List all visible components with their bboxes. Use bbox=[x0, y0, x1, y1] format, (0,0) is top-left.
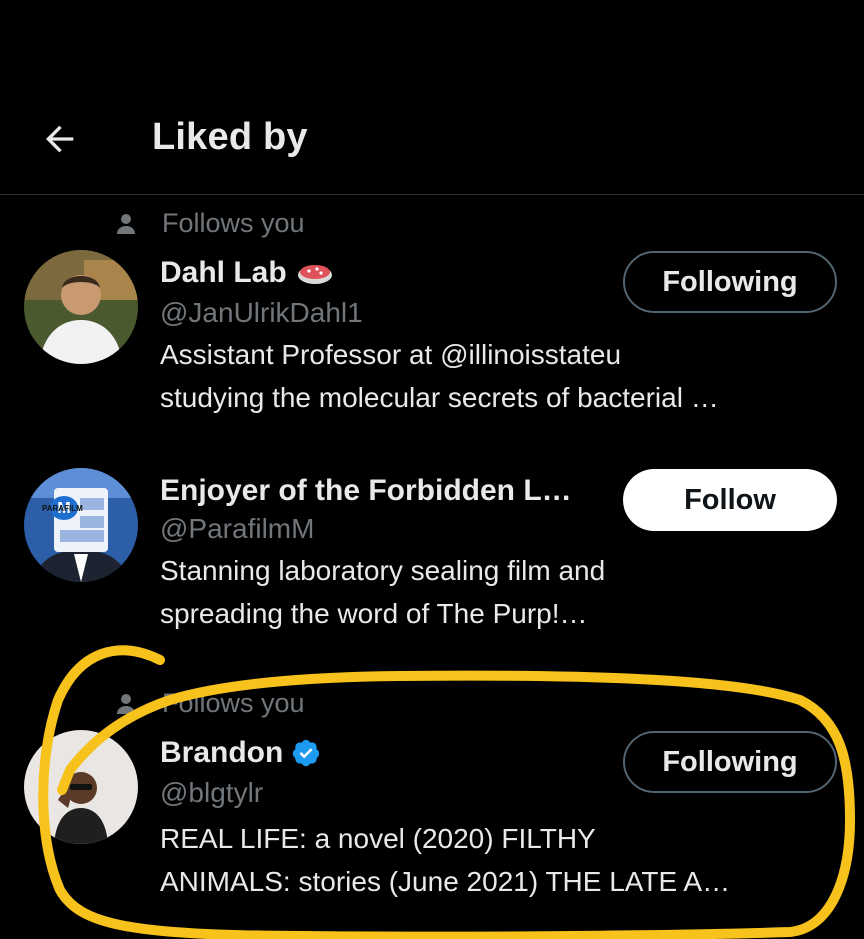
top-header: Liked by bbox=[0, 0, 864, 195]
user-row-parafilm[interactable]: M PARAFILM Enjoyer of the Forbidden L… @… bbox=[0, 440, 864, 660]
back-button[interactable] bbox=[36, 115, 84, 163]
user-name[interactable]: Enjoyer of the Forbidden L… bbox=[160, 474, 572, 508]
person-icon bbox=[114, 212, 162, 236]
user-handle: @ParafilmM bbox=[160, 513, 315, 544]
avatar[interactable] bbox=[24, 730, 138, 844]
user-row-dahl-lab[interactable]: Follows you Dahl Lab @JanUlrikDahl1 Assi… bbox=[0, 200, 864, 440]
user-name[interactable]: Dahl Lab bbox=[160, 256, 333, 290]
user-bio: REAL LIFE: a novel (2020) FILTHY ANIMALS… bbox=[160, 823, 731, 897]
avatar[interactable]: M PARAFILM bbox=[24, 468, 138, 582]
arrow-left-icon bbox=[46, 125, 74, 153]
user-bio: Stanning laboratory sealing film and spr… bbox=[160, 555, 606, 629]
follow-button[interactable]: Follow bbox=[623, 469, 837, 531]
person-icon bbox=[114, 692, 162, 716]
following-button[interactable]: Following bbox=[623, 731, 837, 793]
follows-you-indicator: Follows you bbox=[114, 688, 305, 719]
follows-you-indicator: Follows you bbox=[114, 208, 305, 239]
avatar-parafilm-text: PARAFILM bbox=[42, 504, 83, 513]
user-bio: Assistant Professor at @illinoisstateu s… bbox=[160, 339, 719, 413]
user-row-brandon[interactable]: Follows you Brandon @blgtylr REAL LIFE: … bbox=[0, 680, 864, 939]
user-name[interactable]: Brandon bbox=[160, 736, 321, 770]
following-button[interactable]: Following bbox=[623, 251, 837, 313]
follows-you-label: Follows you bbox=[162, 688, 305, 718]
follows-you-label: Follows you bbox=[162, 208, 305, 238]
page-title: Liked by bbox=[152, 116, 308, 158]
avatar[interactable] bbox=[24, 250, 138, 364]
verified-badge-icon bbox=[293, 739, 320, 767]
petri-dish-icon bbox=[297, 265, 332, 284]
user-handle: @blgtylr bbox=[160, 777, 264, 808]
user-handle: @JanUlrikDahl1 bbox=[160, 297, 363, 328]
